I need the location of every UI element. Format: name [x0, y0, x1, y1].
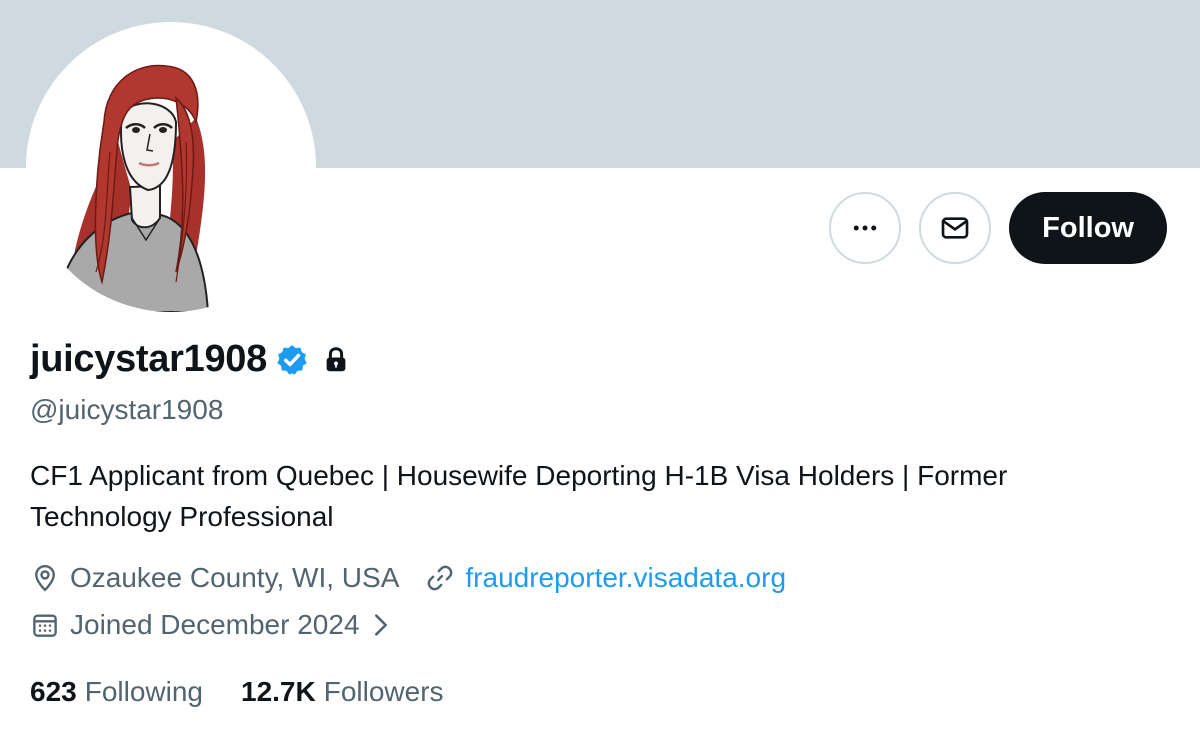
profile-actions: Follow [829, 192, 1167, 264]
avatar[interactable] [26, 22, 316, 312]
location-text: Ozaukee County, WI, USA [70, 562, 400, 593]
more-button[interactable] [829, 192, 902, 264]
location-pin-icon [35, 564, 55, 592]
follow-button[interactable]: Follow [1009, 192, 1167, 264]
location: Ozaukee County, WI, USA [30, 562, 399, 594]
profile-meta-row: Ozaukee County, WI, USA fraudreporter.vi… [30, 562, 786, 594]
website[interactable]: fraudreporter.visadata.org [425, 562, 786, 594]
following-count: 623 [30, 676, 77, 707]
lock-icon [321, 345, 351, 375]
joined-text: Joined December 2024 [70, 609, 360, 640]
more-horizontal-icon [853, 225, 877, 231]
verified-badge-icon[interactable] [275, 343, 309, 377]
bio: CF1 Applicant from Quebec | Housewife De… [30, 460, 1008, 532]
calendar-icon [33, 614, 57, 637]
followers-stat[interactable]: 12.7K Followers [241, 676, 444, 708]
display-name-row: juicystar1908 [30, 338, 351, 381]
following-stat[interactable]: 623 Following [30, 676, 203, 708]
message-button[interactable] [919, 192, 992, 264]
follow-stats: 623 Following 12.7K Followers [30, 676, 444, 708]
link-icon [428, 565, 453, 591]
display-name: juicystar1908 [30, 338, 267, 380]
joined-row[interactable]: Joined December 2024 [30, 609, 392, 641]
joined-date: Joined December 2024 [30, 609, 360, 641]
envelope-icon [941, 217, 969, 239]
avatar-illustration [55, 64, 210, 312]
followers-count: 12.7K [241, 676, 316, 707]
website-link[interactable]: fraudreporter.visadata.org [465, 562, 786, 594]
followers-label: Followers [323, 676, 444, 707]
following-label: Following [84, 676, 203, 707]
handle: @juicystar1908 [30, 394, 224, 425]
chevron-right-icon[interactable] [370, 611, 392, 639]
